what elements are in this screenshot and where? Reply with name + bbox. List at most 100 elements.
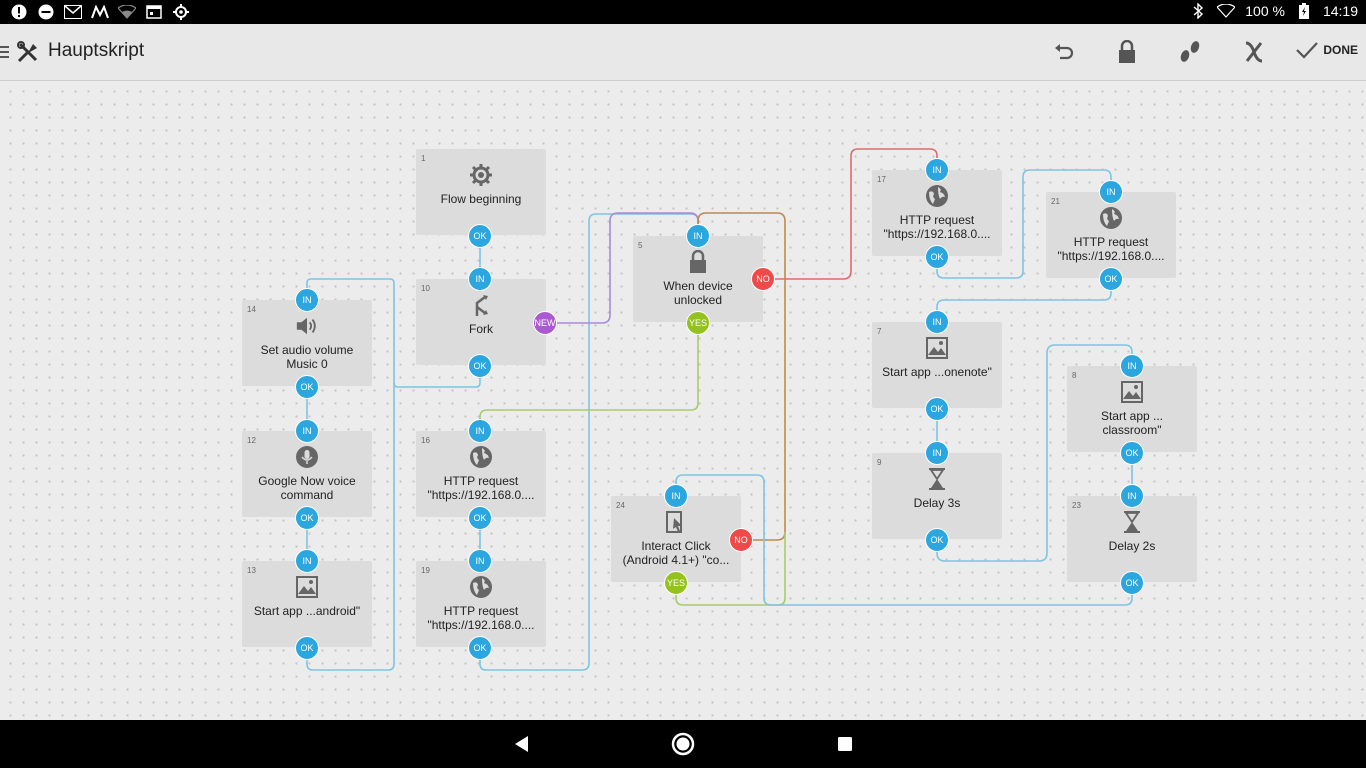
port-14-ok[interactable]: OK [295, 375, 319, 399]
drawer-menu-icon[interactable] [0, 42, 12, 62]
tools-icon [16, 40, 40, 64]
flow-block-21[interactable]: 21 HTTP request "https://192.168.0.... [1046, 192, 1176, 278]
flow-block-13[interactable]: 13 Start app ...android" [242, 561, 372, 647]
globe-icon [469, 445, 493, 469]
flow-block-14[interactable]: 14 Set audio volume Music 0 [242, 300, 372, 386]
port-10-ok[interactable]: OK [468, 354, 492, 378]
block-number: 23 [1072, 501, 1081, 510]
port-16-in[interactable]: IN [468, 419, 492, 443]
home-button[interactable] [671, 732, 695, 756]
port-9-in[interactable]: IN [925, 441, 949, 465]
block-label: Start app ...onenote" [882, 365, 992, 379]
flow-block-1[interactable]: 1 Flow beginning [416, 149, 546, 235]
block-label: Google Now voice command [258, 474, 356, 502]
block-number: 12 [247, 436, 256, 445]
block-label: HTTP request "https://192.168.0.... [883, 213, 991, 241]
block-number: 17 [877, 175, 886, 184]
done-button[interactable]: DONE [1295, 40, 1358, 60]
block-label: Start app ... classroom" [1100, 409, 1164, 437]
port-5-no[interactable]: NO [751, 267, 775, 291]
port-24-yes[interactable]: YES [664, 571, 688, 595]
battery-percent: 100 % [1245, 3, 1285, 19]
lock-button[interactable] [1113, 38, 1141, 66]
port-23-in[interactable]: IN [1120, 484, 1144, 508]
port-1-ok[interactable]: OK [468, 224, 492, 248]
port-9-ok[interactable]: OK [925, 528, 949, 552]
flow-block-23[interactable]: 23 Delay 2s [1067, 496, 1197, 582]
block-number: 9 [877, 458, 882, 467]
home-icon [671, 732, 695, 756]
wifi-icon [118, 3, 136, 21]
variables-button[interactable] [1240, 38, 1268, 66]
port-12-ok[interactable]: OK [295, 506, 319, 530]
flow-block-16[interactable]: 16 HTTP request "https://192.168.0.... [416, 431, 546, 517]
block-label: When device unlocked [663, 279, 733, 307]
recents-button[interactable] [833, 732, 857, 756]
port-12-in[interactable]: IN [295, 419, 319, 443]
footsteps-icon [1180, 41, 1200, 62]
block-number: 24 [616, 501, 625, 510]
port-23-ok[interactable]: OK [1120, 571, 1144, 595]
flow-block-17[interactable]: 17 HTTP request "https://192.168.0.... [872, 170, 1002, 256]
port-24-in[interactable]: IN [664, 484, 688, 508]
port-7-in[interactable]: IN [925, 310, 949, 334]
globe-icon [469, 575, 493, 599]
block-label: Start app ...android" [253, 604, 361, 618]
flow-block-8[interactable]: 8 Start app ... classroom" [1067, 366, 1197, 452]
m-app-icon [91, 3, 109, 21]
app-toolbar: Hauptskript DONE [0, 24, 1366, 81]
app-image-icon [295, 575, 319, 599]
flow-block-7[interactable]: 7 Start app ...onenote" [872, 322, 1002, 408]
microphone-icon [295, 445, 319, 469]
port-8-ok[interactable]: OK [1120, 441, 1144, 465]
port-13-ok[interactable]: OK [295, 636, 319, 660]
hourglass-icon [925, 467, 949, 491]
flow-block-5[interactable]: 5 When device unlocked [633, 236, 763, 322]
flow-block-19[interactable]: 19 HTTP request "https://192.168.0.... [416, 561, 546, 647]
port-16-ok[interactable]: OK [468, 506, 492, 530]
port-17-in[interactable]: IN [925, 158, 949, 182]
port-14-in[interactable]: IN [295, 288, 319, 312]
variable-x-icon [1245, 41, 1263, 63]
block-number: 7 [877, 327, 882, 336]
lock-icon [1119, 40, 1135, 63]
port-5-in[interactable]: IN [686, 224, 710, 248]
port-7-ok[interactable]: OK [925, 397, 949, 421]
port-17-ok[interactable]: OK [925, 245, 949, 269]
port-24-no[interactable]: NO [729, 528, 753, 552]
block-number: 5 [638, 241, 643, 250]
port-19-in[interactable]: IN [468, 549, 492, 573]
flow-canvas[interactable]: 1 Flow beginning 10 Fork 14 Set audio vo… [0, 81, 1366, 720]
port-13-in[interactable]: IN [295, 549, 319, 573]
wifi-signal-icon [1217, 2, 1236, 20]
gear-icon [469, 163, 493, 187]
block-number: 14 [247, 305, 256, 314]
back-button[interactable] [509, 732, 533, 756]
block-number: 19 [421, 566, 430, 575]
system-nav-bar [0, 720, 1366, 768]
page-title: Hauptskript [48, 40, 145, 61]
recents-icon [838, 737, 852, 751]
block-number: 13 [247, 566, 256, 575]
block-label: Delay 3s [913, 496, 961, 510]
bluetooth-icon [1189, 2, 1207, 20]
block-number: 1 [421, 154, 426, 163]
flow-block-10[interactable]: 10 Fork [416, 279, 546, 365]
port-5-yes[interactable]: YES [686, 311, 710, 335]
flow-block-24[interactable]: 24 Interact Click (Android 4.1+) "co... [611, 496, 741, 582]
step-button[interactable] [1176, 38, 1204, 66]
block-label: HTTP request "https://192.168.0.... [427, 604, 535, 632]
port-10-new[interactable]: NEW [533, 311, 557, 335]
port-8-in[interactable]: IN [1120, 354, 1144, 378]
globe-icon [1099, 206, 1123, 230]
flow-block-12[interactable]: 12 Google Now voice command [242, 431, 372, 517]
block-label: Set audio volume Music 0 [260, 343, 354, 371]
undo-button[interactable] [1050, 38, 1078, 66]
flow-block-9[interactable]: 9 Delay 3s [872, 453, 1002, 539]
port-10-in[interactable]: IN [468, 267, 492, 291]
alert-icon [10, 3, 28, 21]
port-21-ok[interactable]: OK [1099, 267, 1123, 291]
port-21-in[interactable]: IN [1099, 180, 1123, 204]
block-label: Fork [469, 322, 493, 336]
port-19-ok[interactable]: OK [468, 636, 492, 660]
